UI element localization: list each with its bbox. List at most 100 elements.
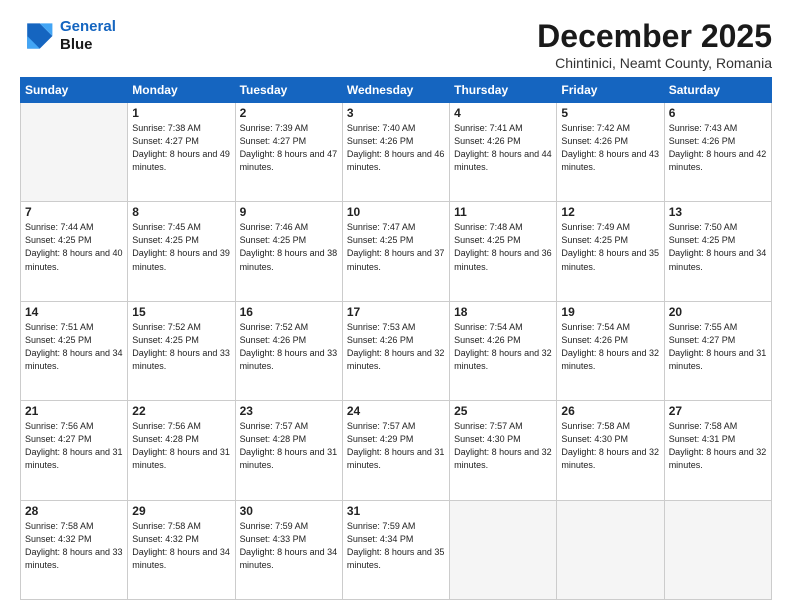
day-info: Sunrise: 7:43 AM Sunset: 4:26 PM Dayligh… [669, 122, 767, 174]
day-info: Sunrise: 7:56 AM Sunset: 4:28 PM Dayligh… [132, 420, 230, 472]
day-cell: 17 Sunrise: 7:53 AM Sunset: 4:26 PM Dayli… [342, 301, 449, 400]
week-row-3: 14 Sunrise: 7:51 AM Sunset: 4:25 PM Dayli… [21, 301, 772, 400]
day-number: 29 [132, 504, 230, 518]
day-info: Sunrise: 7:38 AM Sunset: 4:27 PM Dayligh… [132, 122, 230, 174]
header-cell-wednesday: Wednesday [342, 78, 449, 103]
day-cell: 6 Sunrise: 7:43 AM Sunset: 4:26 PM Daylig… [664, 103, 771, 202]
header-cell-sunday: Sunday [21, 78, 128, 103]
day-number: 4 [454, 106, 552, 120]
logo-icon [20, 18, 56, 54]
day-info: Sunrise: 7:53 AM Sunset: 4:26 PM Dayligh… [347, 321, 445, 373]
day-cell: 28 Sunrise: 7:58 AM Sunset: 4:32 PM Dayli… [21, 500, 128, 599]
day-info: Sunrise: 7:57 AM Sunset: 4:30 PM Dayligh… [454, 420, 552, 472]
day-info: Sunrise: 7:40 AM Sunset: 4:26 PM Dayligh… [347, 122, 445, 174]
day-number: 12 [561, 205, 659, 219]
day-number: 27 [669, 404, 767, 418]
day-number: 17 [347, 305, 445, 319]
day-cell: 8 Sunrise: 7:45 AM Sunset: 4:25 PM Daylig… [128, 202, 235, 301]
day-number: 30 [240, 504, 338, 518]
day-cell: 31Sunrise: 7:59 AM Sunset: 4:34 PM Dayli… [342, 500, 449, 599]
day-info: Sunrise: 7:50 AM Sunset: 4:25 PM Dayligh… [669, 221, 767, 273]
logo-line1: General [60, 18, 116, 35]
day-number: 13 [669, 205, 767, 219]
week-row-4: 21Sunrise: 7:56 AM Sunset: 4:27 PM Dayli… [21, 401, 772, 500]
subtitle: Chintinici, Neamt County, Romania [537, 55, 772, 71]
day-cell: 24 Sunrise: 7:57 AM Sunset: 4:29 PM Dayli… [342, 401, 449, 500]
header-cell-monday: Monday [128, 78, 235, 103]
day-cell: 25Sunrise: 7:57 AM Sunset: 4:30 PM Dayli… [450, 401, 557, 500]
day-info: Sunrise: 7:51 AM Sunset: 4:25 PM Dayligh… [25, 321, 123, 373]
day-cell: 26Sunrise: 7:58 AM Sunset: 4:30 PM Dayli… [557, 401, 664, 500]
logo-line2: Blue [60, 36, 116, 54]
week-row-5: 28 Sunrise: 7:58 AM Sunset: 4:32 PM Dayli… [21, 500, 772, 599]
day-info: Sunrise: 7:58 AM Sunset: 4:32 PM Dayligh… [25, 520, 123, 572]
day-cell: 9Sunrise: 7:46 AM Sunset: 4:25 PM Daylig… [235, 202, 342, 301]
day-info: Sunrise: 7:58 AM Sunset: 4:30 PM Dayligh… [561, 420, 659, 472]
day-info: Sunrise: 7:52 AM Sunset: 4:25 PM Dayligh… [132, 321, 230, 373]
day-number: 14 [25, 305, 123, 319]
day-number: 5 [561, 106, 659, 120]
day-number: 22 [132, 404, 230, 418]
day-cell: 7Sunrise: 7:44 AM Sunset: 4:25 PM Daylig… [21, 202, 128, 301]
day-info: Sunrise: 7:54 AM Sunset: 4:26 PM Dayligh… [561, 321, 659, 373]
day-cell: 5 Sunrise: 7:42 AM Sunset: 4:26 PM Daylig… [557, 103, 664, 202]
day-info: Sunrise: 7:52 AM Sunset: 4:26 PM Dayligh… [240, 321, 338, 373]
day-info: Sunrise: 7:59 AM Sunset: 4:33 PM Dayligh… [240, 520, 338, 572]
day-cell: 23Sunrise: 7:57 AM Sunset: 4:28 PM Dayli… [235, 401, 342, 500]
day-number: 20 [669, 305, 767, 319]
day-cell: 11Sunrise: 7:48 AM Sunset: 4:25 PM Dayli… [450, 202, 557, 301]
day-info: Sunrise: 7:42 AM Sunset: 4:26 PM Dayligh… [561, 122, 659, 174]
day-cell: 14 Sunrise: 7:51 AM Sunset: 4:25 PM Dayli… [21, 301, 128, 400]
day-cell: 10 Sunrise: 7:47 AM Sunset: 4:25 PM Dayli… [342, 202, 449, 301]
day-number: 21 [25, 404, 123, 418]
day-number: 8 [132, 205, 230, 219]
day-info: Sunrise: 7:58 AM Sunset: 4:31 PM Dayligh… [669, 420, 767, 472]
day-cell: 29 Sunrise: 7:58 AM Sunset: 4:32 PM Dayli… [128, 500, 235, 599]
day-cell: 4 Sunrise: 7:41 AM Sunset: 4:26 PM Daylig… [450, 103, 557, 202]
day-number: 1 [132, 106, 230, 120]
title-block: December 2025 Chintinici, Neamt County, … [537, 18, 772, 71]
header-row: SundayMondayTuesdayWednesdayThursdayFrid… [21, 78, 772, 103]
main-title: December 2025 [537, 18, 772, 55]
header-cell-friday: Friday [557, 78, 664, 103]
day-cell: 16Sunrise: 7:52 AM Sunset: 4:26 PM Dayli… [235, 301, 342, 400]
day-number: 3 [347, 106, 445, 120]
day-cell: 22 Sunrise: 7:56 AM Sunset: 4:28 PM Dayli… [128, 401, 235, 500]
page: General Blue December 2025 Chintinici, N… [0, 0, 792, 612]
header-cell-tuesday: Tuesday [235, 78, 342, 103]
header-cell-saturday: Saturday [664, 78, 771, 103]
day-info: Sunrise: 7:47 AM Sunset: 4:25 PM Dayligh… [347, 221, 445, 273]
day-cell [450, 500, 557, 599]
day-number: 28 [25, 504, 123, 518]
day-number: 11 [454, 205, 552, 219]
day-number: 2 [240, 106, 338, 120]
day-number: 10 [347, 205, 445, 219]
day-info: Sunrise: 7:41 AM Sunset: 4:26 PM Dayligh… [454, 122, 552, 174]
day-cell: 18Sunrise: 7:54 AM Sunset: 4:26 PM Dayli… [450, 301, 557, 400]
week-row-1: 1 Sunrise: 7:38 AM Sunset: 4:27 PM Daylig… [21, 103, 772, 202]
day-cell: 19 Sunrise: 7:54 AM Sunset: 4:26 PM Dayli… [557, 301, 664, 400]
calendar-header: SundayMondayTuesdayWednesdayThursdayFrid… [21, 78, 772, 103]
day-number: 7 [25, 205, 123, 219]
day-info: Sunrise: 7:49 AM Sunset: 4:25 PM Dayligh… [561, 221, 659, 273]
day-info: Sunrise: 7:46 AM Sunset: 4:25 PM Dayligh… [240, 221, 338, 273]
day-info: Sunrise: 7:58 AM Sunset: 4:32 PM Dayligh… [132, 520, 230, 572]
day-cell: 2Sunrise: 7:39 AM Sunset: 4:27 PM Daylig… [235, 103, 342, 202]
day-number: 15 [132, 305, 230, 319]
logo: General Blue [20, 18, 116, 54]
day-info: Sunrise: 7:57 AM Sunset: 4:29 PM Dayligh… [347, 420, 445, 472]
day-number: 31 [347, 504, 445, 518]
day-info: Sunrise: 7:45 AM Sunset: 4:25 PM Dayligh… [132, 221, 230, 273]
day-cell: 15 Sunrise: 7:52 AM Sunset: 4:25 PM Dayli… [128, 301, 235, 400]
day-cell: 1 Sunrise: 7:38 AM Sunset: 4:27 PM Daylig… [128, 103, 235, 202]
day-cell: 13 Sunrise: 7:50 AM Sunset: 4:25 PM Dayli… [664, 202, 771, 301]
day-cell: 3 Sunrise: 7:40 AM Sunset: 4:26 PM Daylig… [342, 103, 449, 202]
day-cell [21, 103, 128, 202]
header: General Blue December 2025 Chintinici, N… [20, 18, 772, 71]
day-number: 24 [347, 404, 445, 418]
header-cell-thursday: Thursday [450, 78, 557, 103]
calendar-body: 1 Sunrise: 7:38 AM Sunset: 4:27 PM Daylig… [21, 103, 772, 600]
day-number: 19 [561, 305, 659, 319]
day-cell: 20Sunrise: 7:55 AM Sunset: 4:27 PM Dayli… [664, 301, 771, 400]
day-number: 6 [669, 106, 767, 120]
